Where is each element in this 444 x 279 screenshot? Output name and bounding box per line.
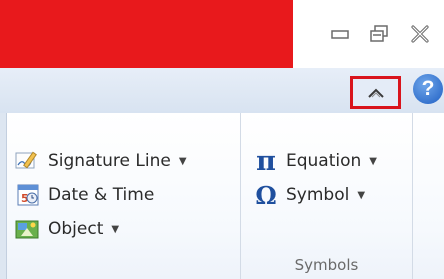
- signature-line-button[interactable]: Signature Line ▼: [14, 146, 187, 176]
- date-time-button[interactable]: 5 Date & Time: [14, 180, 154, 210]
- dropdown-arrow-icon: ▼: [357, 189, 366, 201]
- equation-label: Equation: [286, 151, 362, 171]
- symbol-label: Symbol: [286, 185, 350, 205]
- date-time-label: Date & Time: [48, 185, 155, 205]
- equation-button[interactable]: π Equation ▼: [254, 145, 377, 177]
- close-button[interactable]: [403, 0, 437, 68]
- minimize-icon: [331, 30, 349, 39]
- object-label: Object: [48, 219, 104, 239]
- signature-line-icon: [14, 149, 42, 173]
- group-separator: [240, 113, 241, 279]
- omega-icon: Ω: [255, 180, 277, 210]
- object-icon: [14, 217, 42, 241]
- collapse-ribbon-button[interactable]: [350, 76, 401, 109]
- minimize-button[interactable]: [323, 0, 357, 68]
- calendar-icon: 5: [14, 183, 42, 207]
- help-button[interactable]: ?: [413, 74, 443, 104]
- pi-icon: π: [256, 145, 276, 177]
- dropdown-arrow-icon: ▼: [111, 223, 120, 235]
- group-separator-right: [412, 113, 413, 279]
- help-glyph: ?: [421, 77, 435, 100]
- symbol-button[interactable]: Ω Symbol ▼: [254, 180, 365, 210]
- title-red-area: [0, 0, 293, 68]
- restore-button[interactable]: [362, 0, 396, 68]
- ribbon-left-edge: [0, 113, 7, 279]
- symbols-group-label: Symbols: [294, 256, 359, 274]
- restore-icon: [370, 25, 388, 42]
- chevron-up-icon: [367, 88, 384, 98]
- dropdown-arrow-icon: ▼: [369, 155, 377, 167]
- close-icon: [411, 25, 429, 43]
- signature-line-label: Signature Line: [48, 151, 171, 171]
- dropdown-arrow-icon: ▼: [178, 155, 187, 167]
- object-button[interactable]: Object ▼: [14, 214, 119, 244]
- title-bar: [0, 0, 444, 68]
